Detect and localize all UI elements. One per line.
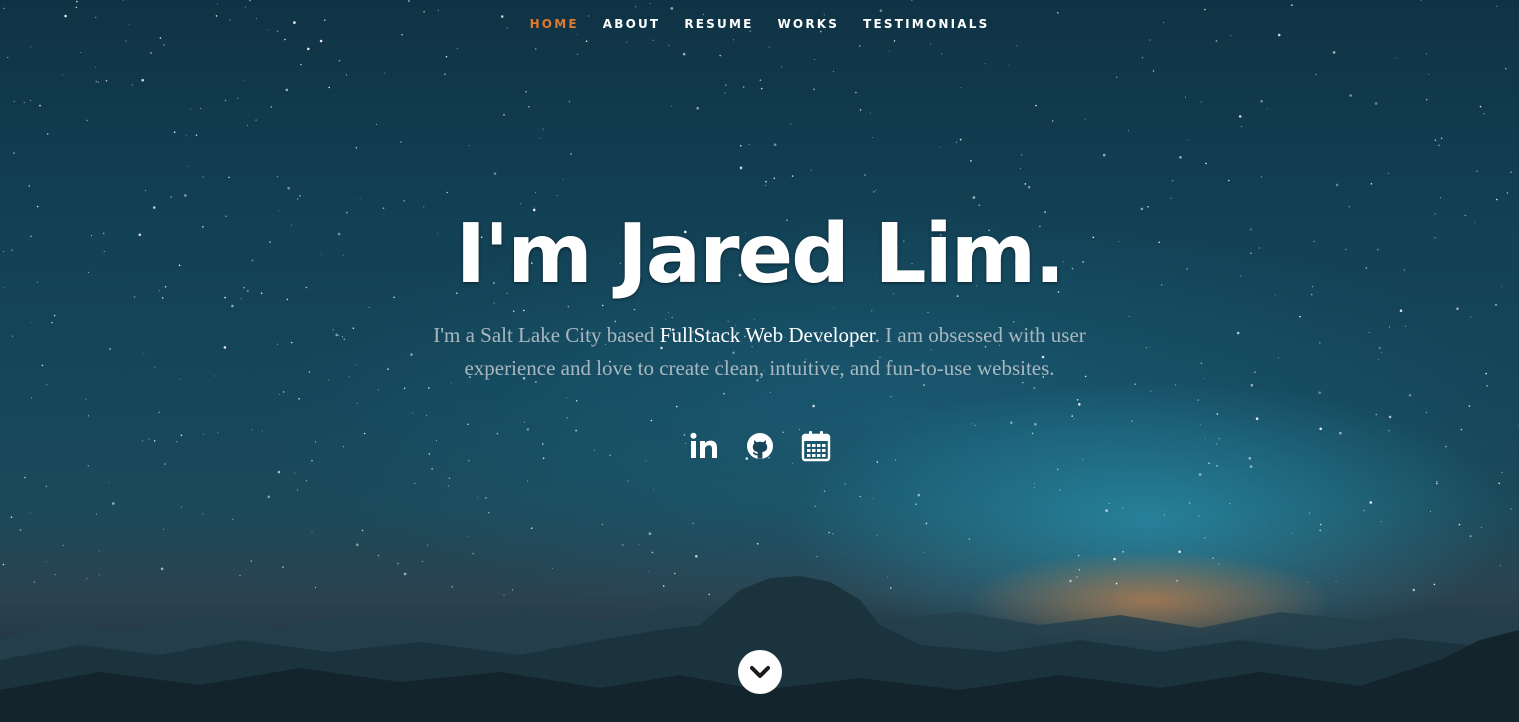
chevron-down-icon: [750, 666, 770, 678]
nav-item-works[interactable]: WORKS: [766, 0, 852, 48]
nav-item-testimonials[interactable]: TESTIMONIALS: [851, 0, 1001, 48]
hero-section: HOME ABOUT RESUME WORKS TESTIMONIALS I'm…: [0, 0, 1519, 722]
banner: I'm Jared Lim. I'm a Salt Lake City base…: [0, 205, 1519, 385]
headline: I'm Jared Lim.: [455, 207, 1066, 302]
nav-item-about[interactable]: ABOUT: [591, 0, 673, 48]
social-links: [0, 428, 1519, 464]
nav-item-resume[interactable]: RESUME: [672, 0, 765, 48]
intro-text: I'm a Salt Lake City based FullStack Web…: [400, 319, 1120, 385]
intro-text-before: I'm a Salt Lake City based: [433, 323, 660, 347]
nav-item-home[interactable]: HOME: [518, 0, 591, 48]
linkedin-link[interactable]: [687, 428, 721, 464]
main-nav: HOME ABOUT RESUME WORKS TESTIMONIALS: [0, 0, 1519, 48]
scroll-down-button[interactable]: [738, 650, 782, 694]
github-icon: [746, 433, 773, 459]
github-link[interactable]: [743, 428, 777, 464]
calendar-link[interactable]: [799, 428, 833, 464]
calendar-icon: [801, 431, 830, 462]
linkedin-icon: [690, 432, 717, 458]
intro-highlight: FullStack Web Developer: [659, 323, 875, 347]
